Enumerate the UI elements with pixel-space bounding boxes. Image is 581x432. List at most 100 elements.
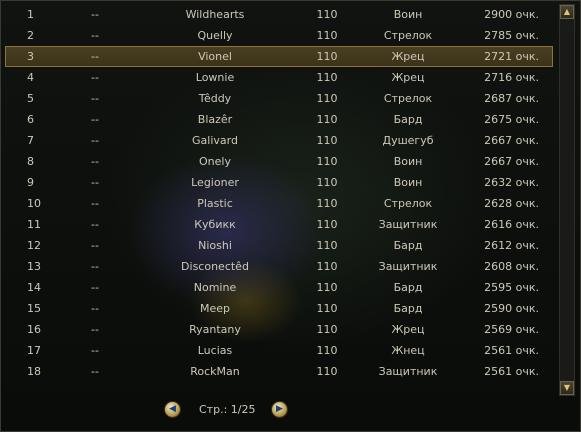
class-cell: Защитник	[378, 365, 438, 378]
ranking-row[interactable]: 9 -- Legioner 110 Воин 2632 очк.	[5, 172, 553, 193]
class-cell: Бард	[393, 239, 423, 252]
pager: ◀ Стр.: 1/25 ▶	[165, 400, 295, 420]
ranking-row[interactable]: 4 -- Lownie 110 Жрец 2716 очк.	[5, 67, 553, 88]
score-cell: 2785 очк.	[484, 29, 539, 42]
scrollbar[interactable]: ▲ ▼	[559, 4, 575, 396]
class-cell: Жрец	[391, 71, 425, 84]
level-cell: 110	[316, 92, 338, 105]
score-cell: 2687 очк.	[484, 92, 539, 105]
score-cell: 2561 очк.	[484, 344, 539, 357]
ranking-row[interactable]: 5 -- Têddy 110 Стрелок 2687 очк.	[5, 88, 553, 109]
class-cell: Бард	[393, 281, 423, 294]
rank-cell: 15	[27, 302, 41, 315]
player-name-cell: Legioner	[191, 176, 239, 189]
rank-change-cell: --	[91, 71, 99, 84]
player-name-cell: Quelly	[197, 29, 233, 42]
scroll-up-button[interactable]: ▲	[560, 5, 574, 19]
next-page-button[interactable]: ▶	[272, 402, 287, 417]
scroll-down-button[interactable]: ▼	[560, 381, 574, 395]
class-cell: Стрелок	[383, 29, 433, 42]
rank-change-cell: --	[91, 239, 99, 252]
prev-page-button[interactable]: ◀	[165, 402, 180, 417]
class-cell: Стрелок	[383, 92, 433, 105]
ranking-window: 1 -- Wildhearts 110 Воин 2900 очк. 2 -- Quelly 11…	[0, 0, 581, 432]
level-cell: 110	[316, 71, 338, 84]
class-cell: Защитник	[378, 260, 438, 273]
rank-change-cell: --	[91, 8, 99, 21]
class-cell: Защитник	[378, 218, 438, 231]
score-cell: 2561 очк.	[484, 365, 539, 378]
rank-cell: 18	[27, 365, 41, 378]
class-cell: Жрец	[391, 323, 425, 336]
rank-change-cell: --	[91, 155, 99, 168]
player-name-cell: Plastic	[197, 197, 233, 210]
rank-change-cell: --	[91, 50, 99, 63]
rank-change-cell: --	[91, 197, 99, 210]
rank-change-cell: --	[91, 260, 99, 273]
ranking-row[interactable]: 17 -- Lucias 110 Жнец 2561 очк.	[5, 340, 553, 361]
rank-cell: 4	[27, 71, 34, 84]
ranking-row[interactable]: 11 -- Кубикк 110 Защитник 2616 очк.	[5, 214, 553, 235]
rank-change-cell: --	[91, 365, 99, 378]
triangle-down-icon: ▼	[563, 383, 571, 392]
level-cell: 110	[316, 8, 338, 21]
ranking-row[interactable]: 14 -- Nomine 110 Бард 2595 очк.	[5, 277, 553, 298]
score-cell: 2616 очк.	[484, 218, 539, 231]
player-name-cell: Ryantany	[189, 323, 241, 336]
score-cell: 2608 очк.	[484, 260, 539, 273]
score-cell: 2667 очк.	[484, 134, 539, 147]
ranking-row[interactable]: 7 -- Galivard 110 Душегуб 2667 очк.	[5, 130, 553, 151]
ranking-row[interactable]: 3 -- Vionel 110 Жрец 2721 очк.	[5, 46, 553, 67]
level-cell: 110	[316, 29, 338, 42]
rank-change-cell: --	[91, 134, 99, 147]
ranking-table: 1 -- Wildhearts 110 Воин 2900 очк. 2 -- Quelly 11…	[5, 4, 553, 382]
rank-change-cell: --	[91, 302, 99, 315]
ranking-row[interactable]: 10 -- Plastic 110 Стрелок 2628 очк.	[5, 193, 553, 214]
player-name-cell: RockMan	[190, 365, 240, 378]
arrow-left-icon: ◀	[169, 404, 176, 414]
rank-change-cell: --	[91, 113, 99, 126]
score-cell: 2632 очк.	[484, 176, 539, 189]
class-cell: Жрец	[391, 50, 425, 63]
score-cell: 2667 очк.	[484, 155, 539, 168]
level-cell: 110	[316, 281, 338, 294]
rank-cell: 10	[27, 197, 41, 210]
ranking-row[interactable]: 16 -- Ryantany 110 Жрец 2569 очк.	[5, 319, 553, 340]
level-cell: 110	[316, 113, 338, 126]
player-name-cell: Disconectêd	[181, 260, 249, 273]
level-cell: 110	[316, 134, 338, 147]
ranking-row[interactable]: 13 -- Disconectêd 110 Защитник 2608 очк.	[5, 256, 553, 277]
level-cell: 110	[316, 218, 338, 231]
class-cell: Стрелок	[383, 197, 433, 210]
player-name-cell: Lownie	[195, 71, 235, 84]
class-cell: Воин	[393, 155, 423, 168]
ranking-row[interactable]: 12 -- Nioshi 110 Бард 2612 очк.	[5, 235, 553, 256]
ranking-row[interactable]: 15 -- Meep 110 Бард 2590 очк.	[5, 298, 553, 319]
class-cell: Бард	[393, 302, 423, 315]
class-cell: Душегуб	[382, 134, 434, 147]
level-cell: 110	[316, 302, 338, 315]
ranking-row[interactable]: 6 -- Blazêr 110 Бард 2675 очк.	[5, 109, 553, 130]
level-cell: 110	[316, 176, 338, 189]
rank-cell: 6	[27, 113, 34, 126]
class-cell: Бард	[393, 113, 423, 126]
rank-cell: 14	[27, 281, 41, 294]
ranking-row[interactable]: 8 -- Onely 110 Воин 2667 очк.	[5, 151, 553, 172]
arrow-right-icon: ▶	[276, 404, 283, 414]
level-cell: 110	[316, 155, 338, 168]
score-cell: 2721 очк.	[484, 50, 539, 63]
level-cell: 110	[316, 365, 338, 378]
rank-cell: 11	[27, 218, 41, 231]
score-cell: 2569 очк.	[484, 323, 539, 336]
rank-change-cell: --	[91, 29, 99, 42]
level-cell: 110	[316, 197, 338, 210]
rank-change-cell: --	[91, 281, 99, 294]
player-name-cell: Têddy	[198, 92, 232, 105]
ranking-row[interactable]: 18 -- RockMan 110 Защитник 2561 очк.	[5, 361, 553, 382]
rank-change-cell: --	[91, 92, 99, 105]
score-cell: 2675 очк.	[484, 113, 539, 126]
rank-cell: 2	[27, 29, 34, 42]
ranking-row[interactable]: 2 -- Quelly 110 Стрелок 2785 очк.	[5, 25, 553, 46]
score-cell: 2590 очк.	[484, 302, 539, 315]
ranking-row[interactable]: 1 -- Wildhearts 110 Воин 2900 очк.	[5, 4, 553, 25]
